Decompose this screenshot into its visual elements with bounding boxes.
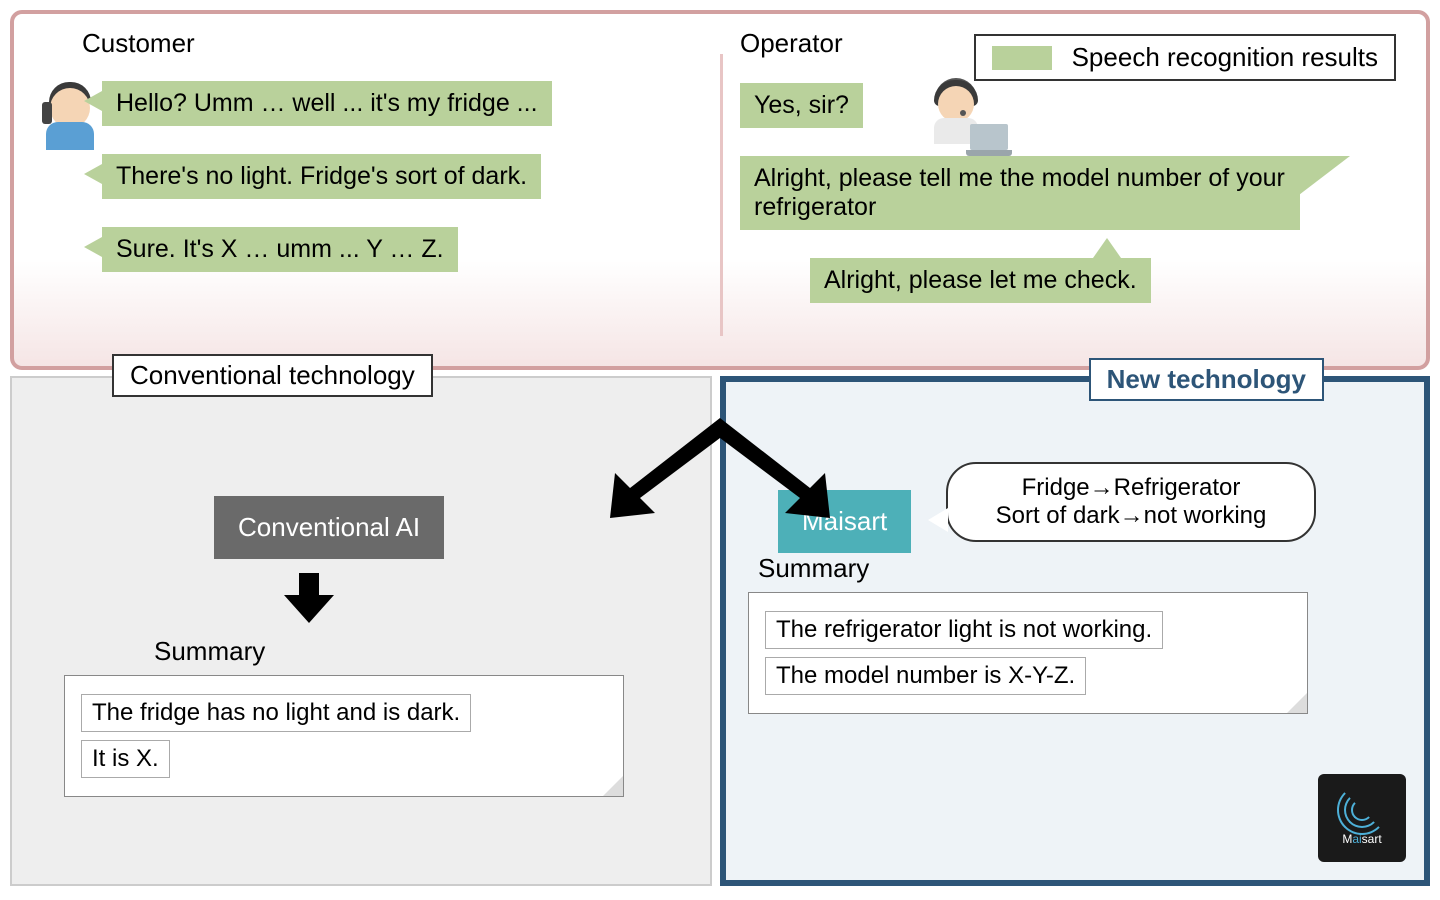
summary-line: The refrigerator light is not working.	[765, 611, 1163, 649]
conventional-summary-box: The fridge has no light and is dark. It …	[64, 675, 624, 797]
operator-bubble: Yes, sir?	[740, 83, 863, 128]
operator-column: Operator Yes, sir? Alright, please tell …	[720, 28, 1408, 352]
operator-bubble: Alright, please tell me the model number…	[740, 156, 1300, 230]
maisart-logo: Maisart	[1318, 774, 1406, 862]
swirl-icon	[1337, 790, 1387, 830]
summary-line: The model number is X-Y-Z.	[765, 657, 1086, 695]
maisart-callout: Fridge→Refrigerator Sort of dark→not wor…	[946, 462, 1316, 542]
conventional-title: Conventional technology	[112, 354, 433, 397]
callout-line: Fridge→Refrigerator	[970, 474, 1292, 502]
summary-line: It is X.	[81, 740, 170, 778]
summary-label: Summary	[154, 636, 688, 667]
customer-role-label: Customer	[82, 28, 700, 59]
new-technology-title: New technology	[1089, 358, 1324, 401]
down-arrow-icon	[284, 573, 334, 623]
diagram-root: Speech recognition results Customer Hell…	[0, 0, 1440, 900]
operator-bubble: Alright, please let me check.	[810, 258, 1151, 303]
summary-label: Summary	[758, 553, 1402, 584]
customer-column: Customer Hello? Umm … well ... it's my f…	[32, 28, 720, 352]
customer-bubble: There's no light. Fridge's sort of dark.	[102, 154, 541, 199]
conversation-panel: Speech recognition results Customer Hell…	[10, 10, 1430, 370]
customer-bubble: Hello? Umm … well ... it's my fridge ...	[102, 81, 552, 126]
summary-line: The fridge has no light and is dark.	[81, 694, 471, 732]
conventional-ai-box: Conventional AI	[214, 496, 444, 559]
operator-role-label: Operator	[740, 28, 1408, 59]
fork-arrow-icon	[570, 368, 870, 528]
new-summary-box: The refrigerator light is not working. T…	[748, 592, 1308, 714]
customer-bubble: Sure. It's X … umm ... Y … Z.	[102, 227, 458, 272]
customer-icon	[42, 78, 97, 148]
operator-icon	[920, 76, 1010, 161]
callout-line: Sort of dark→not working	[970, 502, 1292, 530]
